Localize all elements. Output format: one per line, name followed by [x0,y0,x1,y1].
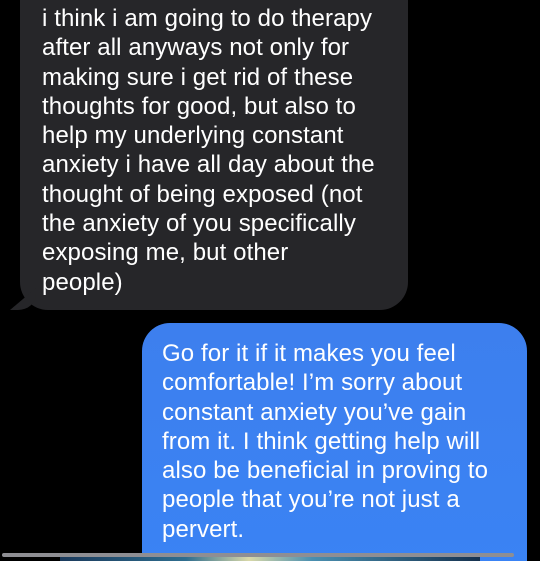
received-message-bubble[interactable]: i think i am going to do therapy after a… [20,0,408,310]
message-thread: i think i am going to do therapy after a… [0,0,540,561]
sent-message-bubble[interactable]: Go for it if it makes you feel comfortab… [142,323,527,561]
image-attachment-preview[interactable] [60,557,480,561]
